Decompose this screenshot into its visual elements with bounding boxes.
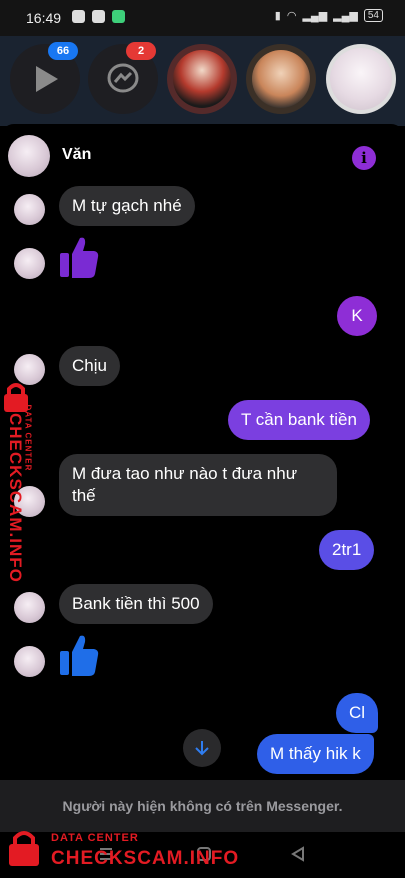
wifi-icon: ◠ xyxy=(286,10,297,22)
message-in[interactable]: Chịu xyxy=(59,346,120,386)
arrow-down-icon xyxy=(195,741,209,756)
shield-icon xyxy=(72,10,85,23)
status-bar: 16:49 ▮ ◠ ▂▄▆ ▂▄▆ 54 xyxy=(0,0,405,36)
scroll-down-button[interactable] xyxy=(183,729,221,767)
like-thumb-icon[interactable] xyxy=(58,632,100,678)
back-icon[interactable] xyxy=(290,846,306,862)
badge-66: 66 xyxy=(48,42,78,60)
watermark-side-text: CHECKSCAM.INFO xyxy=(6,413,25,583)
chat-head-messenger[interactable]: 2 xyxy=(88,42,158,114)
message-out[interactable]: T cần bank tiền xyxy=(228,400,370,440)
chat-header: Văn i xyxy=(0,124,405,188)
signal-icon: ▂▄▆ xyxy=(302,10,328,22)
watermark-side-subtext: DATA CENTER xyxy=(23,404,33,472)
chat-head-contact-1[interactable] xyxy=(167,44,237,114)
contact-avatar[interactable] xyxy=(8,135,50,177)
unavailable-notice: Người này hiện không có trên Messenger. xyxy=(0,780,405,832)
watermark-bottom-text: CHECKSCAM.INFO xyxy=(51,848,240,869)
watermark-side: CHECKSCAM.INFO DATA CENTER xyxy=(0,380,58,583)
message-avatar xyxy=(14,592,45,623)
message-out[interactable]: M thấy hik k xyxy=(257,734,374,774)
avatar xyxy=(173,50,231,108)
message-out[interactable]: 2tr1 xyxy=(319,530,375,570)
lock-icon xyxy=(9,831,39,866)
battery-icon: 54 xyxy=(363,9,383,22)
message-avatar xyxy=(14,194,45,225)
play-icon xyxy=(36,66,58,92)
status-time: 16:49 xyxy=(26,10,62,26)
chat-head-play[interactable]: 66 xyxy=(10,42,80,114)
like-thumb-icon[interactable] xyxy=(58,234,100,280)
message-text: K xyxy=(351,306,363,325)
chat-heads-bar: 66 2 xyxy=(0,36,405,126)
message-avatar xyxy=(14,248,45,279)
message-out[interactable]: K xyxy=(337,296,377,336)
chat-head-contact-2[interactable] xyxy=(246,44,316,114)
chat-panel: Văn i M tự gạch nhé K Chịu T cần bank ti… xyxy=(0,124,405,832)
message-in[interactable]: Bank tiền thì 500 xyxy=(59,584,213,624)
vpn-icon xyxy=(112,10,125,23)
vibrate-icon: ▮ xyxy=(274,10,281,22)
watermark-bottom-subtext: DATA CENTER xyxy=(51,832,139,844)
status-right-icons: ▮ ◠ ▂▄▆ ▂▄▆ 54 xyxy=(275,9,383,22)
signal-2-icon: ▂▄▆ xyxy=(333,10,358,22)
message-in[interactable]: M đưa tao như nào t đưa như thế xyxy=(59,454,337,516)
watermark-bottom: DATA CENTER CHECKSCAM.INFO xyxy=(6,828,246,874)
avatar xyxy=(330,48,392,110)
message-avatar xyxy=(14,646,45,677)
message-out[interactable]: Cl xyxy=(336,693,379,733)
message-in[interactable]: M tự gạch nhé xyxy=(59,186,195,226)
bird-icon xyxy=(92,10,105,23)
messenger-icon xyxy=(107,63,139,93)
info-icon[interactable]: i xyxy=(352,146,376,170)
avatar xyxy=(252,50,310,108)
chat-head-contact-3[interactable] xyxy=(326,44,396,114)
status-left-icons xyxy=(72,10,125,23)
contact-name[interactable]: Văn xyxy=(62,146,91,164)
badge-2: 2 xyxy=(126,42,156,60)
